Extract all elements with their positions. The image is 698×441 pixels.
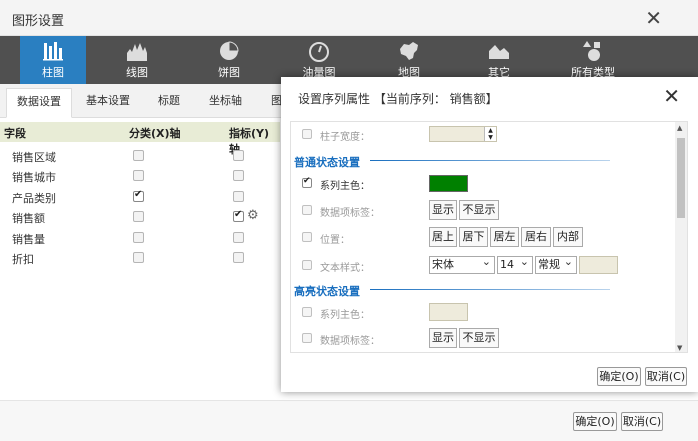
column-header-x-axis: 分类(X)轴 xyxy=(129,127,181,140)
section-divider xyxy=(370,160,610,161)
scroll-up-icon[interactable]: ▲ xyxy=(677,124,682,132)
modal-scrollbar[interactable]: ▲ ▼ xyxy=(675,122,687,352)
x-axis-checkbox[interactable] xyxy=(133,170,144,181)
shapes-icon xyxy=(560,36,626,66)
table-row: 产品类别 xyxy=(0,187,280,207)
font-size-select[interactable]: 14 xyxy=(497,254,533,274)
y-axis-checkbox[interactable] xyxy=(233,150,244,161)
field-name: 销售量 xyxy=(12,233,45,246)
dialog-title: 图形设置 xyxy=(12,14,65,29)
scroll-down-icon[interactable]: ▼ xyxy=(677,344,682,352)
x-axis-checkbox[interactable] xyxy=(133,189,144,202)
x-axis-checkbox[interactable] xyxy=(133,150,144,161)
close-icon[interactable]: ✕ xyxy=(663,84,680,108)
position-right-button[interactable]: 居右 xyxy=(521,227,551,247)
column-width-checkbox[interactable] xyxy=(302,129,312,139)
text-style-checkbox[interactable] xyxy=(302,260,312,270)
data-label-label: 数据项标签： xyxy=(320,208,380,219)
table-row: 折扣 xyxy=(0,248,280,268)
field-name: 折扣 xyxy=(12,253,34,266)
column-header-field: 字段 xyxy=(4,127,26,140)
field-name: 销售城市 xyxy=(12,171,56,184)
show-button[interactable]: 显示 xyxy=(429,200,457,220)
highlight-data-label-checkbox[interactable] xyxy=(302,333,312,343)
position-inside-button[interactable]: 内部 xyxy=(553,227,583,247)
cancel-button[interactable]: 取消(C) xyxy=(621,412,663,431)
highlight-hide-button[interactable]: 不显示 xyxy=(459,328,499,348)
chart-type-bar[interactable]: 柱图 xyxy=(20,36,86,84)
ok-button[interactable]: 确定(O) xyxy=(573,412,617,431)
column-width-input[interactable]: ▲ ▼ xyxy=(429,126,497,142)
highlight-show-button[interactable]: 显示 xyxy=(429,328,457,348)
y-axis-checkbox[interactable] xyxy=(233,232,244,243)
section-divider xyxy=(370,289,610,290)
table-row: 销售额 ⚙ xyxy=(0,207,280,227)
y-axis-checkbox[interactable] xyxy=(233,252,244,263)
china-map-icon xyxy=(376,36,442,66)
font-weight-select[interactable]: 常规 xyxy=(535,254,577,274)
series-properties-modal: 设置序列属性 【当前序列： 销售额】 ✕ 柱子宽度： ▲▼ 普通状态设置 系列主… xyxy=(281,77,698,392)
gauge-icon xyxy=(286,36,352,66)
tab-data-settings[interactable]: 数据设置 xyxy=(6,88,72,118)
highlight-color-swatch[interactable] xyxy=(429,303,468,321)
highlight-color-checkbox[interactable] xyxy=(302,307,312,317)
line-chart-icon xyxy=(104,36,170,66)
section-title-highlight: 高亮状态设置 xyxy=(294,285,360,298)
position-bottom-button[interactable]: 居下 xyxy=(459,227,488,247)
modal-title: 设置序列属性 【当前序列： 销售额】 xyxy=(298,92,498,106)
x-axis-checkbox[interactable] xyxy=(133,252,144,263)
modal-body: 柱子宽度： ▲▼ 普通状态设置 系列主色： 数据项标签： 显示 不显示 位置： … xyxy=(290,121,688,353)
pie-chart-icon xyxy=(196,36,262,66)
tab-axis[interactable]: 坐标轴 xyxy=(209,92,242,108)
ok-button[interactable]: 确定(O) xyxy=(597,367,641,386)
series-color-swatch[interactable] xyxy=(429,175,468,192)
area-chart-icon xyxy=(466,36,532,66)
tab-basic-settings[interactable]: 基本设置 xyxy=(86,92,130,108)
chart-type-label: 饼图 xyxy=(218,66,240,79)
series-color-checkbox[interactable] xyxy=(302,176,312,188)
table-row: 销售城市 xyxy=(0,166,280,186)
column-width-label: 柱子宽度： xyxy=(320,132,370,143)
cancel-button[interactable]: 取消(C) xyxy=(645,367,687,386)
series-color-label: 系列主色： xyxy=(320,181,370,192)
table-row: 销售量 xyxy=(0,228,280,248)
chart-type-label: 线图 xyxy=(126,66,148,79)
chart-type-label: 柱图 xyxy=(42,66,64,79)
field-name: 销售区域 xyxy=(12,151,56,164)
chart-type-line[interactable]: 线图 xyxy=(104,36,170,84)
x-axis-checkbox[interactable] xyxy=(133,211,144,222)
field-grid-header: 字段 分类(X)轴 指标(Y)轴 xyxy=(0,122,280,156)
chart-type-pie[interactable]: 饼图 xyxy=(196,36,262,84)
position-left-button[interactable]: 居左 xyxy=(490,227,519,247)
position-label: 位置： xyxy=(320,235,350,246)
spinner-arrows-icon[interactable]: ▲ ▼ xyxy=(484,127,496,141)
position-top-button[interactable]: 居上 xyxy=(429,227,457,247)
scroll-thumb[interactable] xyxy=(677,138,685,218)
y-axis-checkbox[interactable] xyxy=(233,209,244,222)
highlight-data-label-label: 数据项标签： xyxy=(320,336,380,347)
position-checkbox[interactable] xyxy=(302,232,312,242)
table-row: 销售区域 xyxy=(0,146,280,166)
dialog-footer: 确定(O) 取消(C) xyxy=(0,400,698,441)
text-style-label: 文本样式： xyxy=(320,263,370,274)
field-name: 销售额 xyxy=(12,212,45,225)
data-label-checkbox[interactable] xyxy=(302,205,312,215)
y-axis-checkbox[interactable] xyxy=(233,191,244,202)
section-title-normal: 普通状态设置 xyxy=(294,156,360,169)
dialog-title-bar: 图形设置 ✕ xyxy=(0,0,698,36)
x-axis-checkbox[interactable] xyxy=(133,232,144,243)
bar-chart-icon xyxy=(20,36,86,66)
field-name: 产品类别 xyxy=(12,192,56,205)
gear-icon[interactable]: ⚙ xyxy=(247,208,259,223)
text-color-swatch[interactable] xyxy=(579,256,618,274)
y-axis-checkbox[interactable] xyxy=(233,170,244,181)
highlight-color-label: 系列主色： xyxy=(320,310,370,321)
hide-button[interactable]: 不显示 xyxy=(459,200,499,220)
tab-title[interactable]: 标题 xyxy=(158,92,180,108)
close-icon[interactable]: ✕ xyxy=(645,6,662,30)
font-family-select[interactable]: 宋体 xyxy=(429,254,495,274)
